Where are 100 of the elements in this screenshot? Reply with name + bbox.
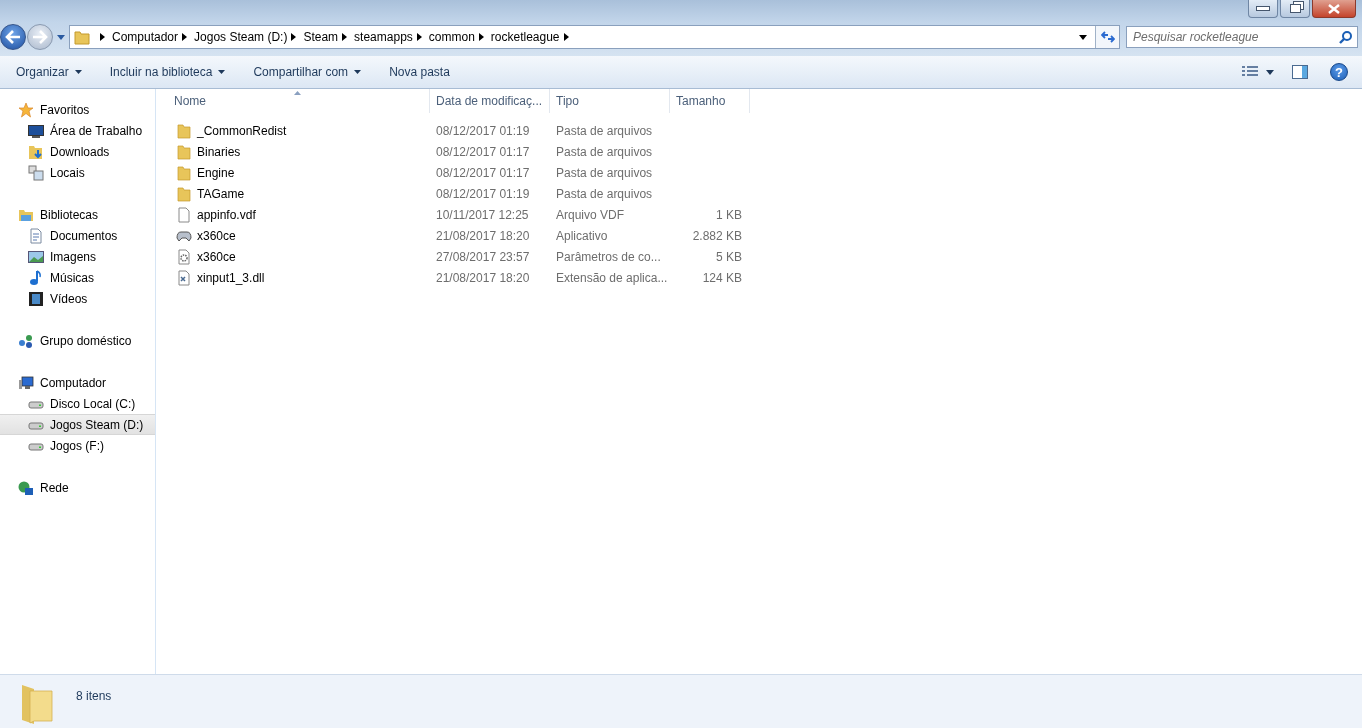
sidebar-item[interactable]: Área de Trabalho (0, 120, 155, 141)
config-file-icon (176, 248, 192, 265)
sidebar-item[interactable]: Disco Local (C:) (0, 393, 155, 414)
document-icon (28, 227, 44, 244)
folder-icon (74, 29, 90, 45)
chevron-icon[interactable] (478, 33, 484, 41)
star-icon (18, 101, 34, 118)
type-cell-text: Parâmetros de co... (555, 249, 662, 264)
size-cell: 1 KB (716, 207, 742, 222)
network-icon (18, 479, 34, 496)
sidebar-item[interactable]: Downloads (0, 141, 155, 162)
breadcrumb[interactable]: rocketleague (490, 30, 560, 44)
dll-file-icon (176, 269, 192, 286)
file-name[interactable]: x360ce (197, 228, 236, 243)
toolbar-button[interactable]: Nova pasta (379, 61, 460, 83)
sidebar-item[interactable]: Rede (0, 477, 155, 498)
file-icon (176, 206, 192, 223)
film-icon (28, 290, 44, 307)
breadcrumb[interactable]: common (428, 30, 475, 44)
folder-icon (176, 122, 192, 139)
sidebar-item[interactable]: Documentos (0, 225, 155, 246)
sidebar-item[interactable]: Jogos Steam (D:) (0, 414, 155, 435)
homegroup-icon (18, 332, 34, 349)
toolbar-button[interactable]: Compartilhar com (243, 61, 372, 83)
breadcrumb[interactable]: steamapps (354, 30, 413, 44)
type-cell-text: Pasta de arquivos (555, 165, 654, 180)
sidebar-item[interactable]: Jogos (F:) (0, 435, 155, 456)
chevron-icon[interactable] (100, 33, 105, 41)
column-header[interactable]: Tamanho (670, 89, 750, 113)
download-folder-icon (28, 143, 44, 160)
close-icon (1327, 3, 1341, 14)
chevron-icon[interactable] (563, 33, 569, 41)
size-cell: 5 KB (716, 249, 742, 264)
chevron-icon[interactable] (416, 33, 422, 41)
date-cell-text: 21/08/2017 18:20 (435, 270, 531, 285)
restore-button[interactable] (1280, 0, 1310, 18)
sidebar-item[interactable]: Bibliotecas (0, 204, 155, 225)
computer-icon (18, 374, 34, 391)
column-header[interactable]: Tipo (550, 89, 670, 113)
column-header[interactable]: Data de modificaç... (430, 89, 550, 113)
right-arrow-icon (32, 30, 48, 44)
toolbar-button[interactable]: Incluir na biblioteca (99, 61, 236, 83)
search-field[interactable]: Pesquisar rocketleague (1126, 26, 1358, 48)
view-list-icon[interactable] (1242, 66, 1258, 78)
date-cell-text: 08/12/2017 01:17 (435, 144, 531, 159)
sidebar-item[interactable]: Locais (0, 162, 155, 183)
file-name[interactable]: x360ce (197, 249, 236, 264)
picture-icon (28, 248, 44, 265)
folder-icon (176, 143, 192, 160)
desktop-icon (28, 122, 44, 139)
minimize-button[interactable] (1248, 0, 1278, 18)
close-button[interactable] (1312, 0, 1356, 18)
item-count: 8 itens (76, 689, 112, 703)
address-bar[interactable]: Computador Jogos Steam (D:) Steam steamapps common rocketleague (69, 25, 1120, 49)
date-cell-text: 21/08/2017 18:20 (435, 228, 531, 243)
file-name[interactable]: xinput1_3.dll (197, 270, 265, 285)
size-cell: 124 KB (702, 270, 742, 285)
date-cell-text: 08/12/2017 01:17 (435, 165, 531, 180)
date-cell-text: 08/12/2017 01:19 (435, 123, 531, 138)
file-name[interactable]: Engine (197, 165, 235, 180)
size-cell: 2.882 KB (692, 228, 742, 243)
recent-places-icon (28, 164, 44, 181)
type-cell-text: Aplicativo (555, 228, 609, 243)
search-icon[interactable] (1339, 31, 1352, 44)
chevron-icon[interactable] (342, 33, 348, 41)
chevron-icon[interactable] (182, 33, 188, 41)
breadcrumb[interactable]: Steam (303, 30, 339, 44)
breadcrumb[interactable]: Jogos Steam (D:) (194, 30, 288, 44)
refresh-icon (1100, 31, 1115, 43)
date-cell-text: 10/11/2017 12:25 (435, 207, 530, 222)
sidebar-item[interactable]: Grupo doméstico (0, 330, 155, 351)
type-cell-text: Extensão de aplica... (555, 270, 669, 285)
dropdown-arrow-icon[interactable] (1079, 34, 1087, 40)
type-cell-text: Pasta de arquivos (555, 186, 654, 201)
refresh-button[interactable] (1095, 26, 1119, 48)
dropdown-arrow-icon[interactable] (1266, 69, 1274, 75)
sidebar-item[interactable]: Computador (0, 372, 155, 393)
file-name[interactable]: TAGame (197, 186, 245, 201)
sort-arrow-icon (294, 91, 301, 95)
folder-icon (176, 164, 192, 181)
date-cell-text: 27/08/2017 23:57 (435, 249, 531, 264)
toolbar-button[interactable]: Organizar (6, 61, 92, 83)
history-dropdown-icon[interactable] (57, 34, 65, 40)
file-name[interactable]: Binaries (197, 144, 241, 159)
music-note-icon (28, 269, 44, 286)
date-cell-text: 08/12/2017 01:19 (435, 186, 531, 201)
sidebar-item[interactable]: Músicas (0, 267, 155, 288)
sidebar-item[interactable]: Imagens (0, 246, 155, 267)
type-cell-text: Pasta de arquivos (555, 144, 654, 159)
type-cell-text: Pasta de arquivos (555, 123, 654, 138)
preview-pane-icon[interactable] (1292, 65, 1308, 79)
file-name[interactable]: _CommonRedist (197, 123, 287, 138)
chevron-icon[interactable] (291, 33, 297, 41)
folder-icon (176, 185, 192, 202)
sidebar-item[interactable]: Vídeos (0, 288, 155, 309)
type-cell-text: Arquivo VDF (555, 207, 626, 222)
breadcrumb[interactable]: Computador (112, 30, 179, 44)
sidebar-item[interactable]: Favoritos (0, 99, 155, 120)
back-button[interactable] (0, 24, 26, 50)
file-name[interactable]: appinfo.vdf (197, 207, 256, 222)
